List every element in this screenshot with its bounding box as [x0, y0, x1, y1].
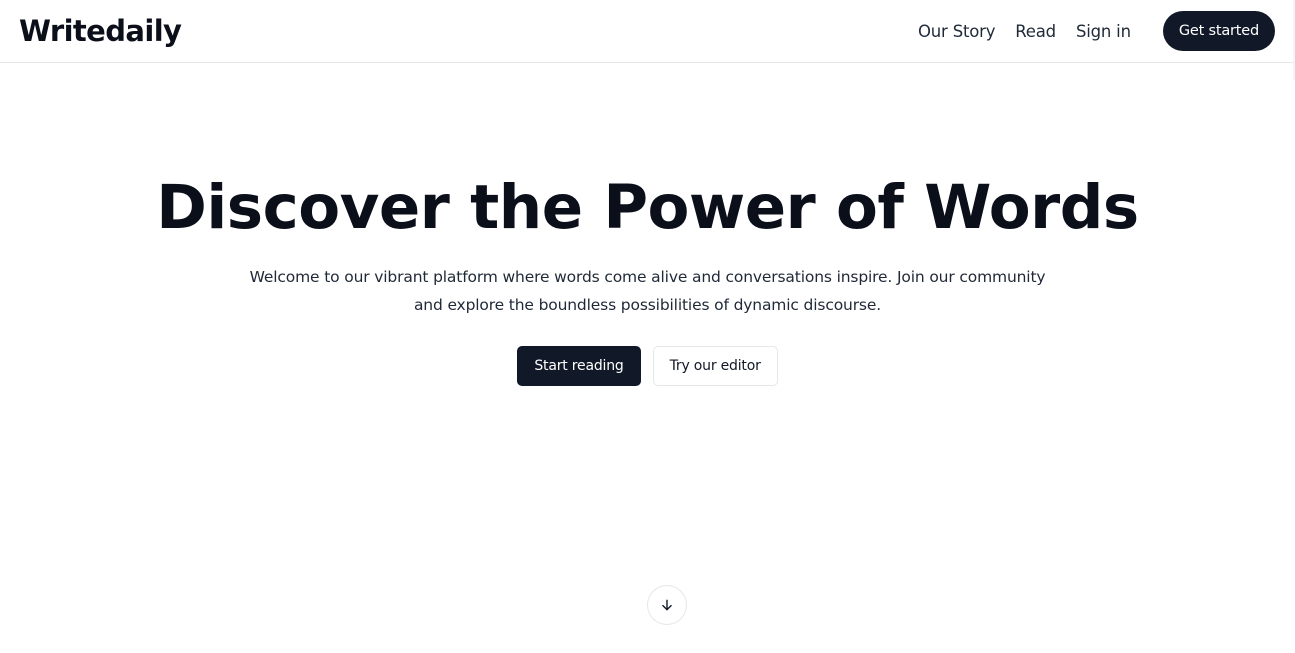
- nav-link-read[interactable]: Read: [1015, 22, 1056, 41]
- start-reading-button[interactable]: Start reading: [517, 346, 641, 386]
- arrow-down-icon: [662, 599, 672, 611]
- logo[interactable]: Writedaily: [19, 14, 182, 48]
- hero-subtitle: Welcome to our vibrant platform where wo…: [249, 268, 1046, 314]
- hero-title: Discover the Power of Words: [156, 172, 1139, 243]
- nav-link-our-story[interactable]: Our Story: [918, 22, 995, 41]
- nav-link-sign-in[interactable]: Sign in: [1076, 22, 1131, 41]
- get-started-button[interactable]: Get started: [1162, 11, 1275, 51]
- hero-actions: Start reading Try our editor: [0, 346, 1295, 386]
- scroll-down-button[interactable]: [647, 585, 687, 625]
- hero-section: Discover the Power of Words Welcome to o…: [0, 175, 1295, 386]
- page: Writedaily Our Story Read Sign in Get st…: [0, 0, 1295, 653]
- site-header: Writedaily Our Story Read Sign in Get st…: [0, 0, 1295, 63]
- try-editor-button[interactable]: Try our editor: [652, 346, 778, 386]
- main-nav: Our Story Read Sign in Get started: [918, 11, 1275, 51]
